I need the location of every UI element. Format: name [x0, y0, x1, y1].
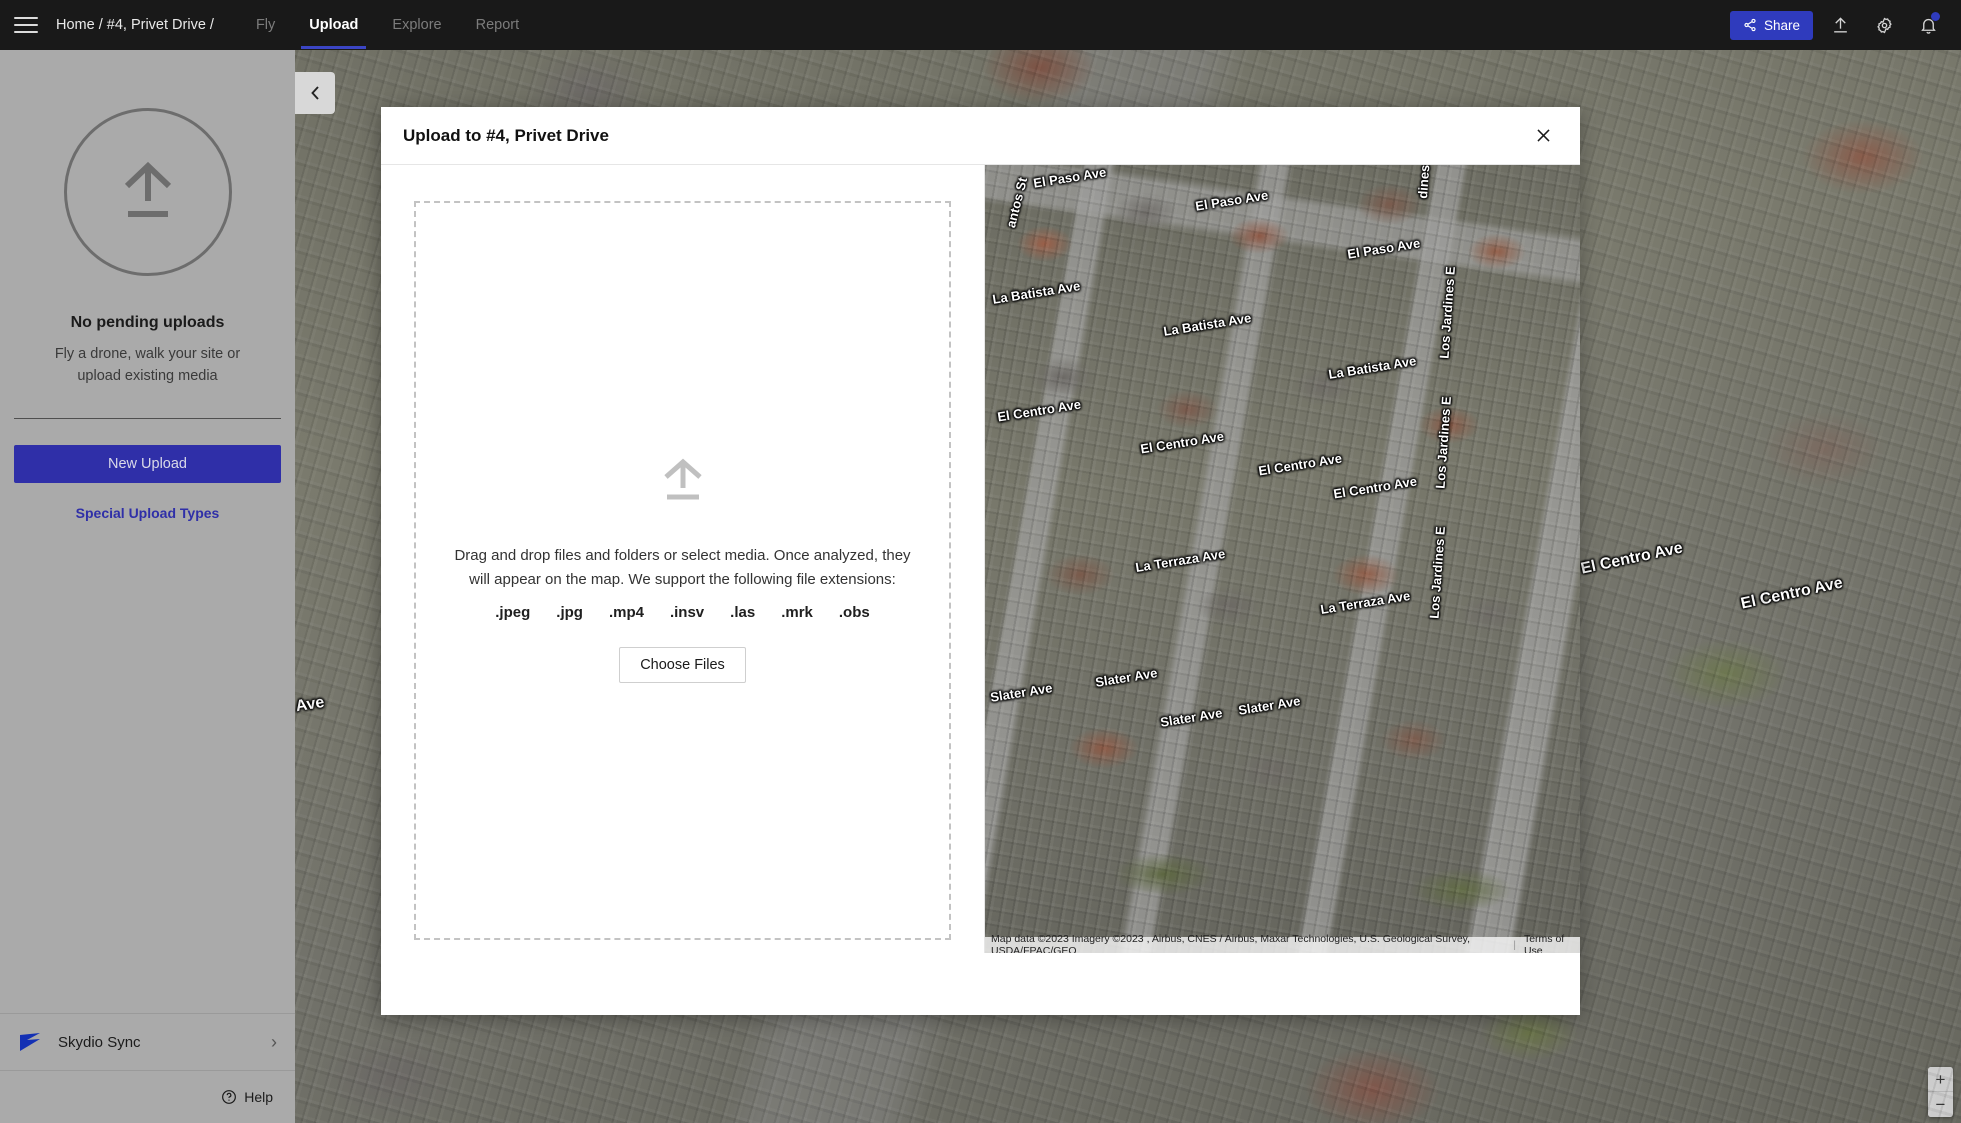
share-icon: [1743, 18, 1757, 32]
empty-state-title: No pending uploads: [14, 314, 281, 332]
hamburger-bar: [14, 31, 38, 33]
collapse-panel-button[interactable]: [295, 72, 335, 114]
attribution-separator: |: [1513, 939, 1516, 951]
choose-files-button[interactable]: Choose Files: [619, 647, 746, 683]
close-icon: [1534, 126, 1553, 145]
tab-upload[interactable]: Upload: [309, 1, 358, 49]
dropzone-instructions: Drag and drop files and folders or selec…: [448, 544, 918, 593]
help-circle-icon: [221, 1089, 237, 1105]
file-extension-chip: .mp4: [609, 604, 644, 621]
terms-of-use-link[interactable]: Terms of Use: [1524, 933, 1580, 953]
upload-arrow-glyph: [1831, 16, 1850, 35]
help-label: Help: [244, 1089, 273, 1105]
share-button[interactable]: Share: [1730, 11, 1813, 40]
dropzone-pane: Drag and drop files and folders or selec…: [381, 165, 984, 953]
map-zoom-out-button[interactable]: −: [1928, 1092, 1953, 1117]
new-upload-button[interactable]: New Upload: [14, 445, 281, 483]
map-zoom-in-button[interactable]: +: [1928, 1067, 1953, 1092]
file-dropzone[interactable]: Drag and drop files and folders or selec…: [414, 201, 951, 940]
upload-arrow-icon: [115, 161, 181, 223]
skydio-sync-label: Skydio Sync: [58, 1034, 141, 1051]
sidebar-divider: [14, 418, 281, 419]
map-street-label: El Centro Ave: [1739, 574, 1844, 613]
empty-state-subtitle: Fly a drone, walk your site or upload ex…: [14, 344, 281, 388]
special-upload-types-link[interactable]: Special Upload Types: [14, 505, 281, 521]
modal-map-imagery: [985, 165, 1580, 953]
gear-icon[interactable]: [1867, 8, 1901, 42]
upload-sidebar: No pending uploads Fly a drone, walk you…: [0, 50, 295, 1123]
modal-footer: [381, 953, 1580, 1015]
map-attribution-text: Map data ©2023 Imagery ©2023 , Airbus, C…: [991, 933, 1505, 953]
upload-modal: Upload to #4, Privet Drive Drag and drop…: [381, 107, 1580, 1015]
tab-fly[interactable]: Fly: [256, 1, 275, 49]
upload-icon[interactable]: [1823, 8, 1857, 42]
file-extension-chip: .las: [730, 604, 755, 621]
share-button-label: Share: [1764, 18, 1800, 33]
file-extension-chip: .obs: [839, 604, 870, 621]
file-extension-chip: .mrk: [781, 604, 813, 621]
tab-report[interactable]: Report: [476, 1, 520, 49]
bell-icon[interactable]: [1911, 8, 1945, 42]
map-attribution-bar: Map data ©2023 Imagery ©2023 , Airbus, C…: [985, 937, 1580, 953]
supported-extensions-list: .jpeg .jpg .mp4 .insv .las .mrk .obs: [495, 604, 869, 621]
file-extension-chip: .jpg: [556, 604, 583, 621]
chevron-left-icon: [309, 85, 322, 101]
hamburger-menu-icon[interactable]: [14, 17, 38, 33]
file-extension-chip: .insv: [670, 604, 704, 621]
modal-map-panel[interactable]: El Paso AveEl Paso AveEl Paso Aveantos S…: [984, 165, 1580, 953]
map-zoom-controls[interactable]: + −: [1928, 1067, 1953, 1117]
upload-arrow-icon: [659, 458, 707, 502]
hamburger-bar: [14, 24, 38, 26]
sidebar-content: No pending uploads Fly a drone, walk you…: [0, 50, 295, 1013]
modal-body: Drag and drop files and folders or selec…: [381, 165, 1580, 953]
skydio-logo-icon: [18, 1031, 44, 1053]
gear-glyph: [1875, 16, 1894, 35]
hamburger-bar: [14, 17, 38, 19]
map-street-label: El Centro Ave: [1579, 539, 1684, 578]
close-button[interactable]: [1528, 121, 1558, 151]
chevron-right-icon: ›: [271, 1032, 277, 1053]
tab-explore[interactable]: Explore: [392, 1, 441, 49]
topbar-actions: Share: [1730, 8, 1961, 42]
top-navigation-bar: Home / #4, Privet Drive / Fly Upload Exp…: [0, 0, 1961, 50]
notification-badge: [1931, 12, 1940, 21]
modal-header: Upload to #4, Privet Drive: [381, 107, 1580, 165]
skydio-sync-row[interactable]: Skydio Sync ›: [0, 1013, 295, 1071]
file-extension-chip: .jpeg: [495, 604, 530, 621]
breadcrumb[interactable]: Home / #4, Privet Drive /: [56, 17, 214, 33]
modal-title: Upload to #4, Privet Drive: [403, 126, 609, 146]
empty-state-upload-icon: [64, 108, 232, 276]
help-row[interactable]: Help: [0, 1071, 295, 1123]
